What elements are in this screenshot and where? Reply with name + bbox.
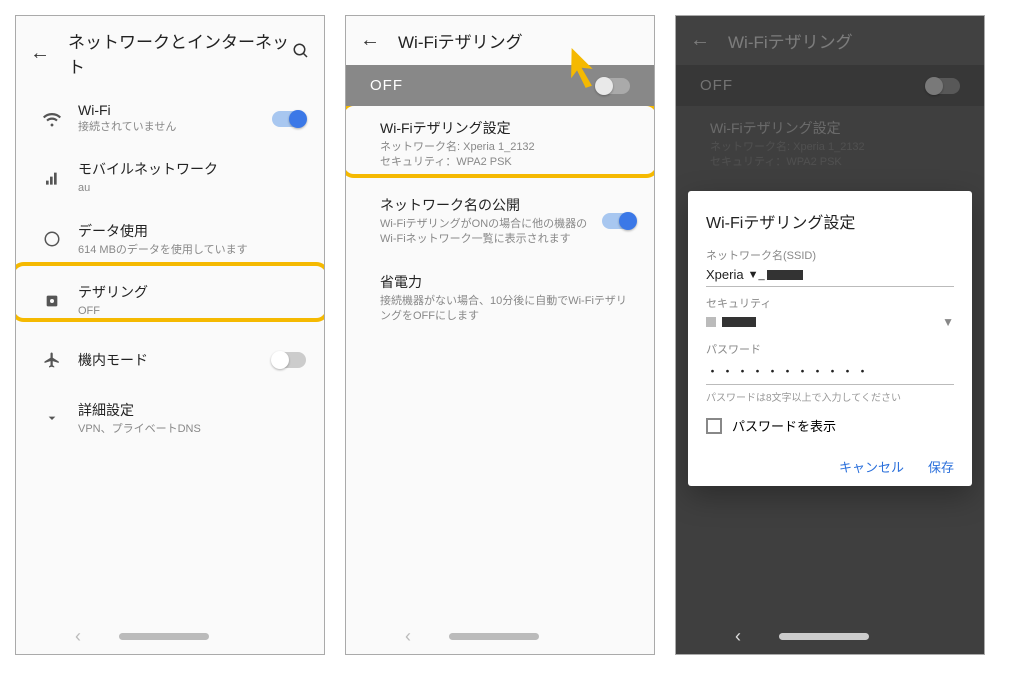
airplane-toggle[interactable]: [272, 352, 306, 368]
signal-icon: [34, 170, 70, 186]
row-subtitle: 接続されていません: [78, 120, 272, 135]
row-title: Wi-Fi: [78, 102, 272, 118]
row-airplane-mode[interactable]: 機内モード: [16, 332, 324, 388]
screen-network-settings: ← ネットワークとインターネット Wi-Fi 接続されていません モバイルネット…: [15, 15, 325, 655]
row-title: 詳細設定: [78, 400, 306, 420]
search-icon[interactable]: [292, 42, 310, 65]
row-subtitle: Wi-FiテザリングがONの場合に他の機器のWi-Fiネットワーク一覧に表示され…: [380, 217, 602, 248]
page-title: ネットワークとインターネット: [68, 28, 292, 78]
cancel-button[interactable]: キャンセル: [839, 457, 904, 476]
row-advanced[interactable]: 詳細設定 VPN、プライベートDNS: [16, 388, 324, 449]
nav-home-pill[interactable]: [119, 633, 209, 640]
row-subtitle: 614 MBのデータを使用しています: [78, 243, 306, 258]
password-hint: パスワードは8文字以上で入力してください: [706, 389, 954, 404]
nav-back-icon[interactable]: ‹: [735, 626, 741, 647]
nav-bar: ‹: [16, 618, 324, 654]
row-title: ネットワーク名の公開: [380, 195, 602, 215]
row-subtitle: VPN、プライベートDNS: [78, 422, 306, 437]
row-tethering-settings[interactable]: Wi-Fiテザリング設定 ネットワーク名: Xperia 1_2132 セキュリ…: [346, 106, 654, 183]
nav-bar: ‹: [346, 618, 654, 654]
nav-home-pill[interactable]: [449, 633, 539, 640]
data-usage-icon: [34, 230, 70, 248]
nav-back-icon[interactable]: ‹: [75, 626, 81, 647]
row-title: テザリング: [78, 282, 306, 302]
header: ← ネットワークとインターネット: [16, 16, 324, 90]
row-title: データ使用: [78, 221, 306, 241]
ssid-label: ネットワーク名(SSID): [706, 247, 954, 263]
row-power-saving[interactable]: 省電力 接続機器がない場合、10分後に自動でWi-FiテザリングをOFFにします: [346, 260, 654, 337]
security-label: セキュリティ: [706, 295, 954, 311]
tethering-icon: [34, 293, 70, 309]
row-title: Wi-Fiテザリング設定: [380, 118, 636, 138]
off-label: OFF: [370, 77, 403, 94]
row-network-visibility[interactable]: ネットワーク名の公開 Wi-FiテザリングがONの場合に他の機器のWi-Fiネッ…: [346, 183, 654, 260]
ssid-input[interactable]: Xperia ▼_: [706, 263, 954, 287]
nav-bar: ‹: [676, 618, 984, 654]
row-title: 省電力: [380, 272, 636, 292]
wifi-toggle[interactable]: [272, 111, 306, 127]
nav-home-pill[interactable]: [779, 633, 869, 640]
row-wifi[interactable]: Wi-Fi 接続されていません: [16, 90, 324, 147]
password-label: パスワード: [706, 341, 954, 357]
back-icon[interactable]: ←: [30, 42, 50, 65]
pointer-arrow-icon: [560, 44, 604, 93]
settings-list: Wi-Fiテザリング設定 ネットワーク名: Xperia 1_2132 セキュリ…: [346, 106, 654, 618]
row-subtitle: au: [78, 181, 306, 196]
row-mobile-network[interactable]: モバイルネットワーク au: [16, 147, 324, 208]
screen-tethering-dialog: ← Wi-Fiテザリング OFF Wi-Fiテザリング設定 ネットワーク名: X…: [675, 15, 985, 655]
expand-icon: [34, 410, 70, 426]
row-title: 機内モード: [78, 350, 272, 370]
back-icon[interactable]: ←: [360, 29, 380, 52]
visibility-toggle[interactable]: [602, 213, 636, 229]
airplane-icon: [34, 351, 70, 369]
tethering-settings-dialog: Wi-Fiテザリング設定 ネットワーク名(SSID) Xperia ▼_ セキュ…: [688, 191, 972, 486]
row-tethering[interactable]: テザリング OFF: [16, 270, 324, 331]
screen-wifi-tethering: ← Wi-Fiテザリング OFF Wi-Fiテザリング設定 ネットワーク名: X…: [345, 15, 655, 655]
show-password-label: パスワードを表示: [732, 416, 836, 435]
header: ← Wi-Fiテザリング: [346, 16, 654, 65]
row-subtitle: ネットワーク名: Xperia 1_2132 セキュリティ：WPA2 PSK: [380, 140, 636, 171]
ssid-value-text: Xperia: [706, 267, 744, 282]
wifi-icon: [34, 110, 70, 128]
show-password-row[interactable]: パスワードを表示: [706, 416, 954, 435]
tethering-master-switch-bar: OFF: [346, 65, 654, 106]
row-title: モバイルネットワーク: [78, 159, 306, 179]
dialog-title: Wi-Fiテザリング設定: [706, 209, 954, 233]
dropdown-caret-icon: ▼: [942, 315, 954, 329]
save-button[interactable]: 保存: [928, 457, 954, 476]
show-password-checkbox[interactable]: [706, 418, 722, 434]
row-data-usage[interactable]: データ使用 614 MBのデータを使用しています: [16, 209, 324, 270]
security-dropdown[interactable]: ▼: [706, 311, 954, 333]
row-subtitle: OFF: [78, 304, 306, 319]
password-masked: ・・・・・・・・・・・: [706, 361, 871, 380]
password-input[interactable]: ・・・・・・・・・・・: [706, 357, 954, 385]
nav-back-icon[interactable]: ‹: [405, 626, 411, 647]
settings-list: Wi-Fi 接続されていません モバイルネットワーク au データ使用 614 …: [16, 90, 324, 618]
row-subtitle: 接続機器がない場合、10分後に自動でWi-FiテザリングをOFFにします: [380, 294, 636, 325]
